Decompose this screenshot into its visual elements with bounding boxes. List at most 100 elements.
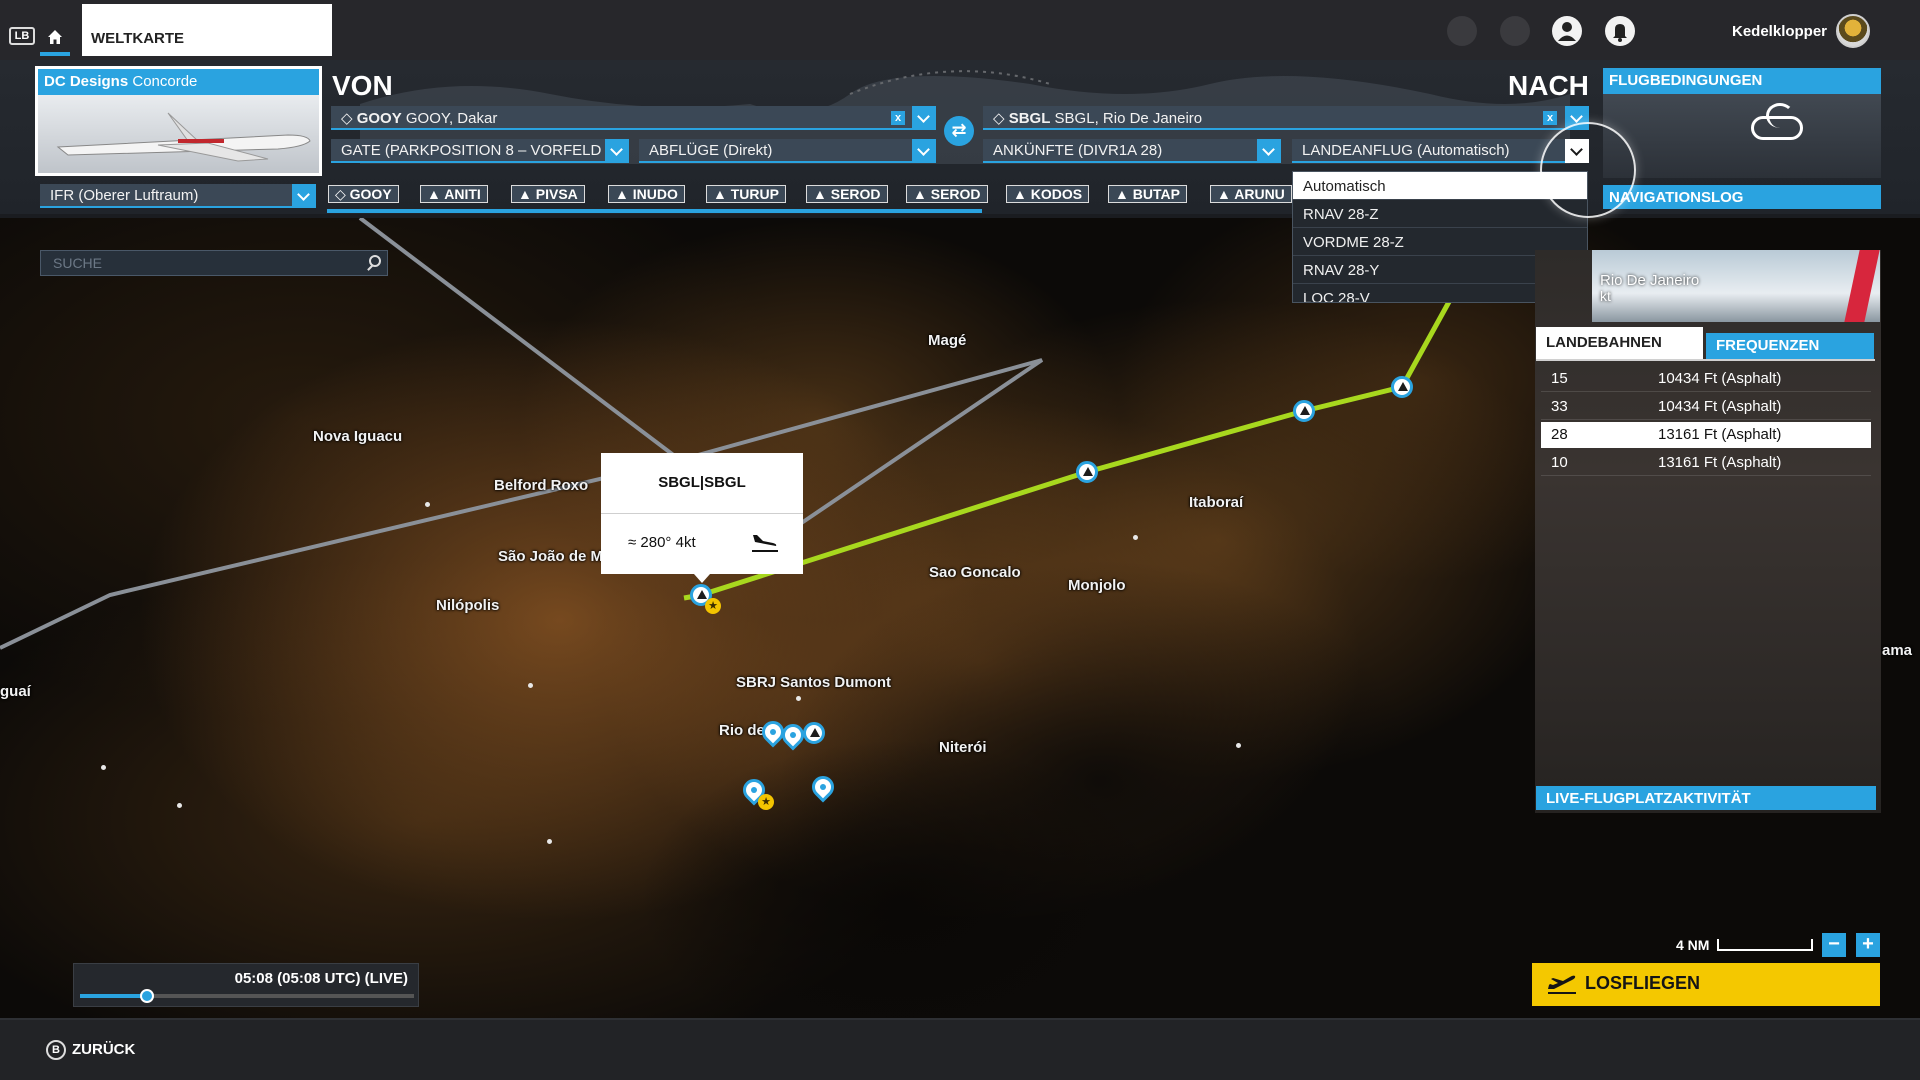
flight-planning-panel: DC Designs Concorde IFR (Oberer Luftraum… [0,60,1920,218]
popup-pointer [694,574,710,583]
waypoint-diamond-icon: ◇ [341,110,357,127]
place-label: Sao Goncalo [929,564,1021,581]
live-airport-activity-button[interactable]: LIVE-FLUGPLATZAKTIVITÄT [1536,786,1876,810]
waypoint-chip[interactable]: ▲ KODOS [1006,185,1090,203]
time-slider-handle[interactable] [140,989,154,1003]
city-dot [1236,743,1241,748]
navigation-log-button[interactable]: NAVIGATIONSLOG [1603,185,1881,209]
arrival-procedure-select[interactable]: ANKÜNFTE (DIVR1A 28) [983,139,1281,163]
place-label: Magé [928,332,967,349]
waypoint-chip[interactable]: ▲ SEROD [906,185,988,203]
waypoint-chip[interactable]: ▲ ANITI [420,185,488,203]
cloud-icon [1751,103,1803,140]
place-label: guaí [0,683,31,700]
tab-frequencies[interactable]: FREQUENZEN [1706,333,1874,359]
search-input[interactable]: SUCHE [40,250,388,276]
fly-button[interactable]: LOSFLIEGEN [1532,963,1880,1006]
tab-runways[interactable]: LANDEBAHNEN [1536,327,1703,359]
tab-world-map[interactable]: WELTKARTE [82,4,332,56]
clear-departure-button[interactable]: x [891,111,905,125]
chevron-down-icon[interactable] [605,139,629,163]
place-label: Nova Iguacu [313,428,403,445]
airport-marker-sbrj[interactable] [803,722,825,744]
time-slider-fill [80,994,147,998]
runway-row[interactable]: 15 10434 Ft (Asphalt) [1541,366,1871,392]
place-label: Niterói [939,739,987,756]
city-dot [1133,535,1138,540]
place-label: Monjolo [1068,577,1126,594]
place-label: ama [1882,642,1913,659]
departure-gate-select[interactable]: GATE (PARKPOSITION 8 – VORFELD [331,139,629,163]
profile-icon[interactable] [1552,16,1582,46]
aircraft-title: DC Designs Concorde [38,69,319,95]
airport-popup[interactable]: SBGL|SBGL ≈ 280° 4kt [601,453,803,574]
departure-airport-field[interactable]: ◇ GOOY GOOY, Dakar [331,106,935,130]
airport-label-sbrj[interactable]: SBRJ Santos Dumont [736,674,891,691]
flight-conditions-card[interactable]: FLUGBEDINGUNGEN [1603,68,1881,178]
waypoint-chip[interactable]: ▲ BUTAP [1108,185,1187,203]
tab-underline [1536,359,1875,361]
flight-rules-select[interactable]: IFR (Oberer Luftraum) [40,184,316,208]
achievements-icon[interactable] [1447,16,1477,46]
chevron-down-icon[interactable] [912,139,936,163]
zoom-in-button[interactable]: + [1856,933,1880,957]
time-label: 05:08 (05:08 UTC) (LIVE) [234,970,408,987]
city-dot [177,803,182,808]
aircraft-tail-image [1844,250,1880,322]
bottom-bar: B ZURÜCK [0,1018,1920,1080]
waypoint-marker[interactable] [1076,461,1098,483]
search-icon[interactable] [369,255,381,267]
divider [601,513,803,514]
runway-row[interactable]: 28 13161 Ft (Asphalt) [1541,422,1871,448]
home-icon [48,30,62,44]
flight-conditions-title: FLUGBEDINGUNGEN [1603,68,1881,94]
wind-readout: ≈ 280° 4kt [628,534,696,551]
waypoint-marker[interactable] [1391,376,1413,398]
map-scale-bar [1717,939,1813,951]
runway-row[interactable]: 10 13161 Ft (Asphalt) [1541,450,1871,476]
home-button[interactable] [40,22,70,56]
place-label: Itaboraí [1189,494,1244,511]
city-dot [796,696,801,701]
chevron-down-icon[interactable] [292,184,316,208]
popup-title: SBGL|SBGL [658,474,746,491]
runway-row[interactable]: 33 10434 Ft (Asphalt) [1541,394,1871,420]
city-dot [101,765,106,770]
arrival-header: NACH [1508,70,1589,101]
waypoint-diamond-icon: ◇ [993,110,1009,127]
city-dot [425,502,430,507]
zoom-out-button[interactable]: − [1822,933,1846,957]
chevron-down-icon[interactable] [912,106,936,130]
back-button[interactable]: B ZURÜCK [46,1040,135,1060]
notifications-icon[interactable] [1605,16,1635,46]
waypoint-chip[interactable]: ▲ TURUP [706,185,786,203]
approach-option[interactable]: RNAV 28-Z [1293,200,1587,228]
aircraft-card[interactable]: DC Designs Concorde [35,66,322,176]
time-slider-track[interactable] [80,989,414,1003]
swap-airports-button[interactable]: ⇄ [944,116,974,146]
waypoint-chip[interactable]: ◇ GOOY [328,185,399,203]
waypoint-chip[interactable]: ▲ ARUNU [1210,185,1292,203]
lb-button-hint[interactable]: LB [9,27,35,45]
chevron-down-icon[interactable] [1257,139,1281,163]
waypoint-chip[interactable]: ▲ INUDO [608,185,685,203]
clear-arrival-button[interactable]: x [1543,111,1557,125]
friends-icon[interactable] [1500,16,1530,46]
waypoint-chip[interactable]: ▲ SEROD [806,185,888,203]
place-label: São João de M [498,548,604,565]
waypoint-marker[interactable] [1293,400,1315,422]
aircraft-image [38,95,319,173]
username: Kedelklopper [1732,23,1828,40]
avatar[interactable] [1836,14,1870,48]
place-label: Nilópolis [436,597,500,614]
time-of-day-control[interactable]: 05:08 (05:08 UTC) (LIVE) [73,963,419,1007]
arrival-airport-field[interactable]: ◇ SBGL SBGL, Rio De Janeiro [983,106,1589,130]
city-dot [547,839,552,844]
star-icon: ★ [705,598,721,614]
waypoint-chip[interactable]: ▲ PIVSA [511,185,585,203]
map-scale-label: 4 NM [1676,937,1710,953]
wind-icon: ≈ [628,534,641,551]
departure-procedure-select[interactable]: ABFLÜGE (Direkt) [639,139,935,163]
top-bar: LB WELTKARTE Kedelklopper [0,0,1920,60]
takeoff-icon [1548,975,1576,994]
